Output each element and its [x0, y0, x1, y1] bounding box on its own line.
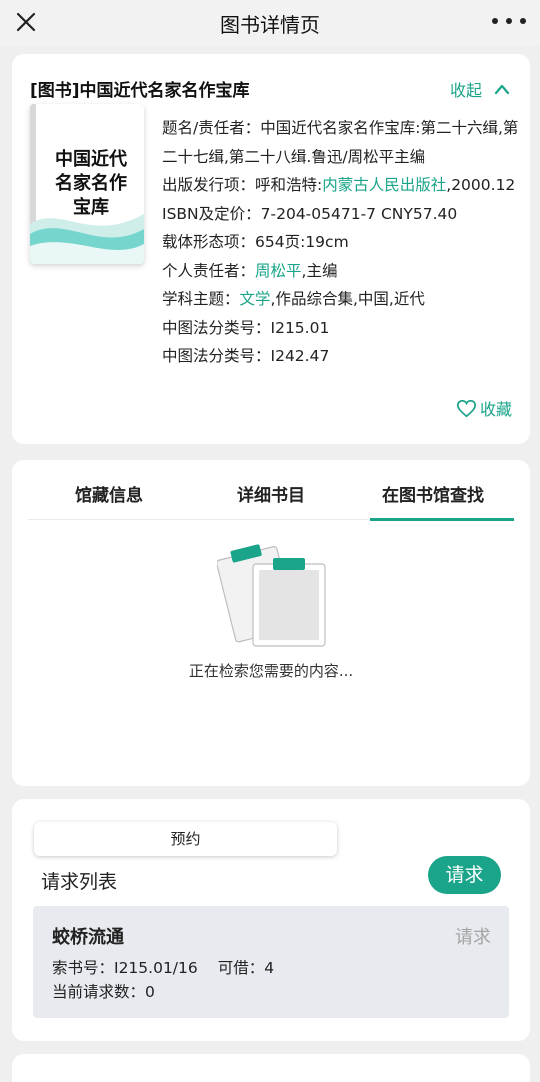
top-bar: 图书详情页 [0, 0, 540, 46]
library-name: 蛟桥流通 [52, 927, 124, 948]
reserve-button[interactable]: 预约 [34, 822, 337, 856]
request-list-label: 请求列表 [41, 871, 118, 893]
call-number-line: 索书号：I215.01/16 可借：4 [52, 956, 274, 978]
meta-carrier: 载体形态项：654页:19cm [162, 233, 349, 251]
more-dots-icon[interactable] [492, 10, 526, 32]
meta-clc-1: 中图法分类号：I215.01 [162, 318, 330, 337]
tab-find-in-library[interactable]: 在图书馆查找 [352, 460, 514, 521]
current-requests: 当前请求数：0 [52, 983, 155, 1001]
bottom-card [12, 1054, 530, 1082]
loading-text: 正在检索您需要的内容... [188, 662, 354, 680]
collapse-button[interactable]: 收起 [450, 77, 510, 101]
meta-subject: 学科主题：文学,作品综合集,中国,近代 [162, 290, 425, 308]
favorite-button[interactable]: 收藏 [456, 396, 512, 420]
book-title: [图书]中国近代名家名作宝库 [30, 81, 250, 101]
chevron-up-icon [494, 84, 510, 95]
cover-wave-graphic [30, 214, 144, 264]
request-card: 预约 请求列表 请求 蛟桥流通 请求 索书号：I215.01/16 可借：4 当前… [12, 799, 530, 1041]
publisher-link[interactable]: 内蒙古人民出版社 [322, 176, 446, 194]
book-cover[interactable]: 中国近代 名家名作 宝库 [30, 104, 144, 264]
book-metadata: 题名/责任者：中国近代名家名作宝库:第二十六缉,第二十七缉,第二十八缉.鲁迅/周… [162, 114, 522, 371]
person-link[interactable]: 周松平 [255, 262, 302, 280]
heart-icon [456, 399, 476, 417]
item-request-link[interactable]: 请求 [455, 923, 491, 949]
favorite-label: 收藏 [479, 400, 512, 419]
page-title: 图书详情页 [220, 13, 320, 37]
meta-title-resp: 题名/责任者：中国近代名家名作宝库:第二十六缉,第二十七缉,第二十八缉.鲁迅/周… [162, 119, 519, 166]
subject-link[interactable]: 文学 [240, 290, 271, 308]
tab-bar: 馆藏信息 详细书目 在图书馆查找 [28, 460, 514, 521]
holdings-card: 馆藏信息 详细书目 在图书馆查找 正在检索您需要的内容... [12, 460, 530, 786]
clipboard-icon [217, 544, 326, 647]
list-item: 蛟桥流通 请求 索书号：I215.01/16 可借：4 当前请求数：0 [33, 906, 509, 1018]
request-button[interactable]: 请求 [428, 856, 501, 894]
available-count: 可借：4 [217, 959, 275, 977]
book-info-card: [图书]中国近代名家名作宝库 收起 中国近代 名家名作 宝库 题名/责任者：中国近代… [12, 54, 530, 444]
call-number: 索书号：I215.01/16 [52, 959, 198, 977]
tab-details[interactable]: 详细书目 [190, 460, 352, 519]
meta-isbn: ISBN及定价：7-204-05471-7 CNY57.40 [162, 204, 458, 223]
tab-holdings[interactable]: 馆藏信息 [28, 460, 190, 519]
meta-publish: 出版发行项：呼和浩特:内蒙古人民出版社,2000.12 [162, 176, 516, 194]
meta-person: 个人责任者：周松平,主编 [162, 261, 338, 280]
meta-clc-2: 中图法分类号：I242.47 [162, 347, 330, 365]
collapse-label: 收起 [449, 81, 482, 100]
